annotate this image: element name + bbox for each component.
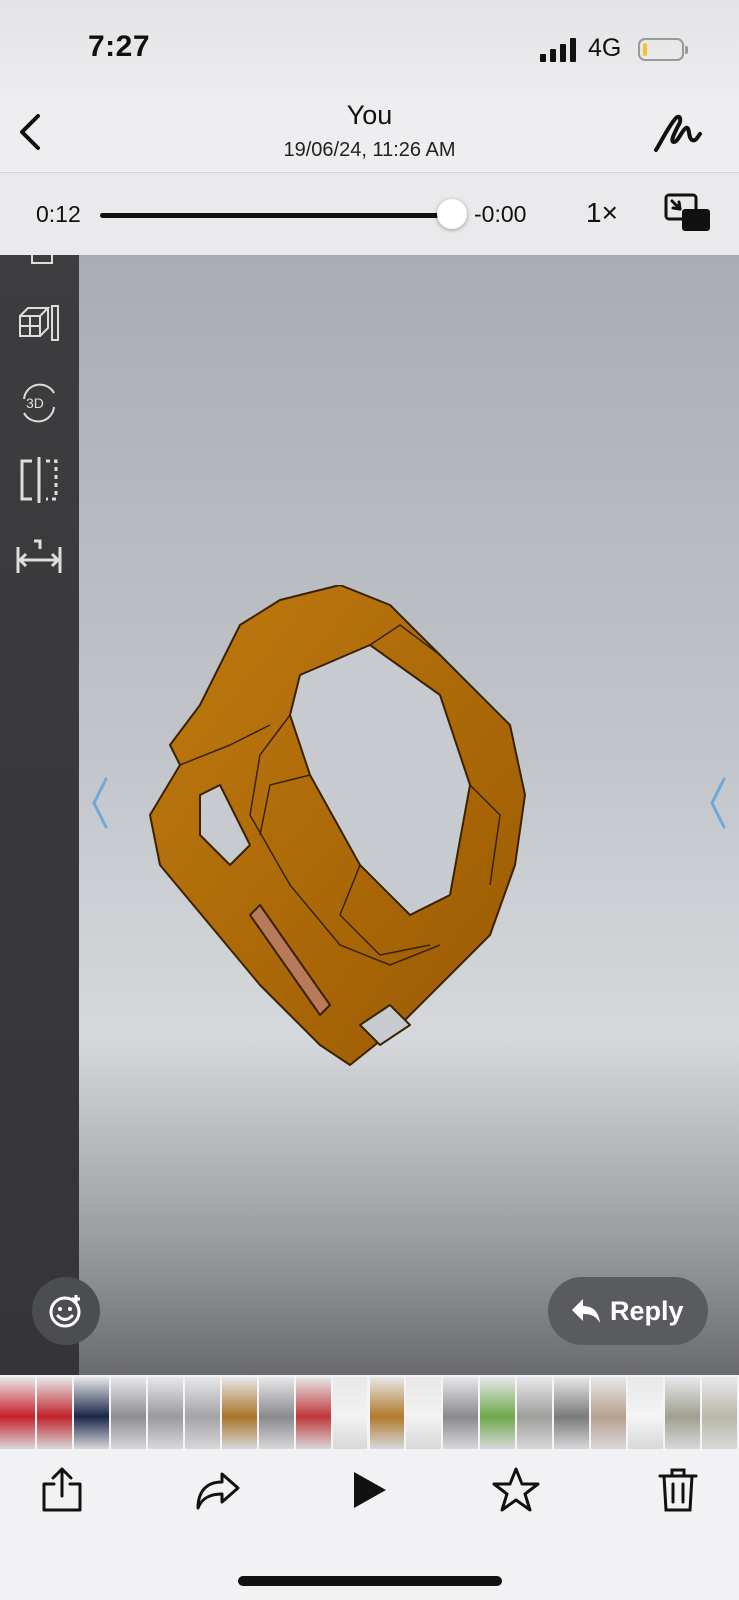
left-nav-chevron-icon[interactable] [88, 775, 112, 831]
thumbnail[interactable] [295, 1377, 331, 1449]
status-bar: 7:27 4G [0, 0, 739, 96]
rotate-3d-label: 3D [26, 395, 44, 411]
thumbnail[interactable] [73, 1377, 109, 1449]
trash-icon[interactable] [654, 1466, 702, 1514]
section-view-icon[interactable] [14, 455, 64, 505]
measure-icon[interactable] [14, 533, 64, 583]
reply-arrow-icon [572, 1299, 600, 1323]
cellular-signal-icon [540, 38, 576, 62]
thumbnail[interactable] [221, 1377, 257, 1449]
rotate-3d-icon[interactable]: 3D [14, 377, 64, 427]
thumbnail[interactable] [406, 1377, 442, 1449]
video-frame[interactable]: 3D Reply [0, 255, 739, 1375]
thumbnail-strip [0, 1377, 739, 1449]
thumbnail[interactable] [184, 1377, 220, 1449]
toolbar-partial-icon [31, 255, 53, 264]
add-reaction-button[interactable] [32, 1277, 100, 1345]
thumbnail[interactable] [369, 1377, 405, 1449]
nav-bar: You 19/06/24, 11:26 AM [0, 96, 739, 173]
remaining-time: -0:00 [474, 201, 527, 227]
car-body-3d-model [149, 585, 526, 1066]
thumbnail[interactable] [0, 1377, 35, 1449]
video-scrubber: 0:12 -0:00 1× [0, 173, 739, 255]
reply-button[interactable]: Reply [548, 1277, 708, 1345]
playback-speed-button[interactable]: 1× [586, 197, 618, 229]
star-icon[interactable] [492, 1466, 540, 1514]
share-icon[interactable] [38, 1466, 86, 1514]
thumbnail[interactable] [591, 1377, 627, 1449]
markup-icon[interactable] [652, 110, 704, 156]
view-cube-icon[interactable] [14, 300, 64, 350]
thumbnail[interactable] [36, 1377, 72, 1449]
thumbnail[interactable] [258, 1377, 294, 1449]
right-nav-chevron-icon[interactable] [706, 775, 730, 831]
thumbnail[interactable] [628, 1377, 664, 1449]
reply-label: Reply [610, 1296, 684, 1326]
picture-in-picture-icon[interactable] [664, 193, 712, 233]
battery-icon [638, 38, 688, 61]
progress-track[interactable] [100, 213, 452, 218]
action-bar [0, 1452, 739, 1600]
page-title: You [346, 100, 393, 130]
play-icon[interactable] [344, 1466, 392, 1514]
home-indicator[interactable] [238, 1576, 502, 1586]
thumbnail[interactable] [665, 1377, 701, 1449]
scrubber-knob[interactable] [437, 199, 467, 229]
forward-icon[interactable] [194, 1466, 242, 1514]
thumbnail[interactable] [702, 1377, 737, 1449]
thumbnail[interactable] [110, 1377, 146, 1449]
thumbnail[interactable] [480, 1377, 516, 1449]
thumbnail[interactable] [147, 1377, 183, 1449]
cad-toolbar: 3D [0, 255, 79, 1375]
status-time: 7:27 [88, 30, 151, 63]
smiley-add-icon [49, 1295, 81, 1328]
thumbnail[interactable] [332, 1377, 368, 1449]
network-type: 4G [588, 34, 622, 62]
thumbnail[interactable] [517, 1377, 553, 1449]
timestamp: 19/06/24, 11:26 AM [283, 139, 456, 161]
thumbnail[interactable] [554, 1377, 590, 1449]
thumbnail[interactable] [443, 1377, 479, 1449]
elapsed-time: 0:12 [36, 201, 81, 227]
